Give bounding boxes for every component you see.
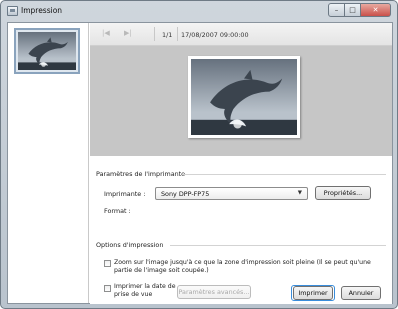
dolphin-photo-preview (191, 59, 297, 135)
properties-button[interactable]: Propriétés... (315, 186, 371, 200)
printer-label: Imprimante : (104, 190, 146, 198)
settings-panel: Paramètres de l'imprimante Imprimante : … (90, 156, 392, 304)
title-bar[interactable]: Impression – □ ✕ (1, 1, 397, 22)
dialog-client-area: |◀ ▶| 1/1 17/08/2007 09:00:00 Paramètres… (7, 22, 393, 304)
chevron-down-icon: ▼ (297, 190, 302, 196)
section-divider (182, 174, 386, 175)
dolphin-photo-thumbnail (18, 32, 76, 70)
window-controls: – □ ✕ (328, 3, 391, 17)
next-image-button[interactable]: ▶| (124, 29, 132, 37)
print-dialog-window: Impression – □ ✕ |◀ ▶| 1/1 17/08/2007 09… (0, 0, 398, 309)
advanced-settings-button[interactable]: Paramètres avancés... (177, 285, 251, 299)
maximize-button[interactable]: □ (345, 3, 361, 17)
print-preview-area (90, 46, 392, 156)
minimize-icon: – (334, 6, 339, 14)
printer-settings-heading: Paramètres de l'imprimante (96, 170, 186, 178)
zoom-checkbox[interactable] (104, 260, 111, 267)
window-title: Impression (21, 6, 63, 15)
print-preview-icon (7, 6, 18, 16)
zoom-option-label: Zoom sur l'image jusqu'à ce que la zone … (114, 259, 371, 274)
maximize-icon: □ (349, 6, 356, 14)
page-indicator: 1/1 (162, 31, 173, 39)
close-button[interactable]: ✕ (361, 3, 391, 17)
format-label: Format : (104, 207, 131, 215)
first-image-button[interactable]: |◀ (102, 29, 110, 37)
printer-select[interactable]: Sony DPP-FP75 ▼ (155, 187, 308, 200)
print-options-heading: Options d'impression (96, 241, 164, 249)
preview-toolbar: |◀ ▶| 1/1 17/08/2007 09:00:00 (90, 23, 392, 46)
toolbar-separator (154, 27, 155, 41)
printer-select-value: Sony DPP-FP75 (161, 190, 210, 198)
print-date-checkbox[interactable] (104, 285, 111, 292)
shot-datetime: 17/08/2007 09:00:00 (181, 31, 249, 39)
close-icon: ✕ (372, 6, 379, 14)
thumbnail-panel[interactable] (8, 23, 89, 303)
section-divider (170, 245, 386, 246)
toolbar-separator (177, 27, 178, 41)
print-date-label: Imprimer la date de prise de vue (114, 283, 176, 298)
print-button[interactable]: Imprimer (293, 286, 333, 300)
preview-page (188, 56, 300, 138)
image-thumbnail-selected[interactable] (14, 28, 80, 74)
minimize-button[interactable]: – (328, 3, 345, 17)
cancel-button[interactable]: Annuler (341, 286, 381, 300)
